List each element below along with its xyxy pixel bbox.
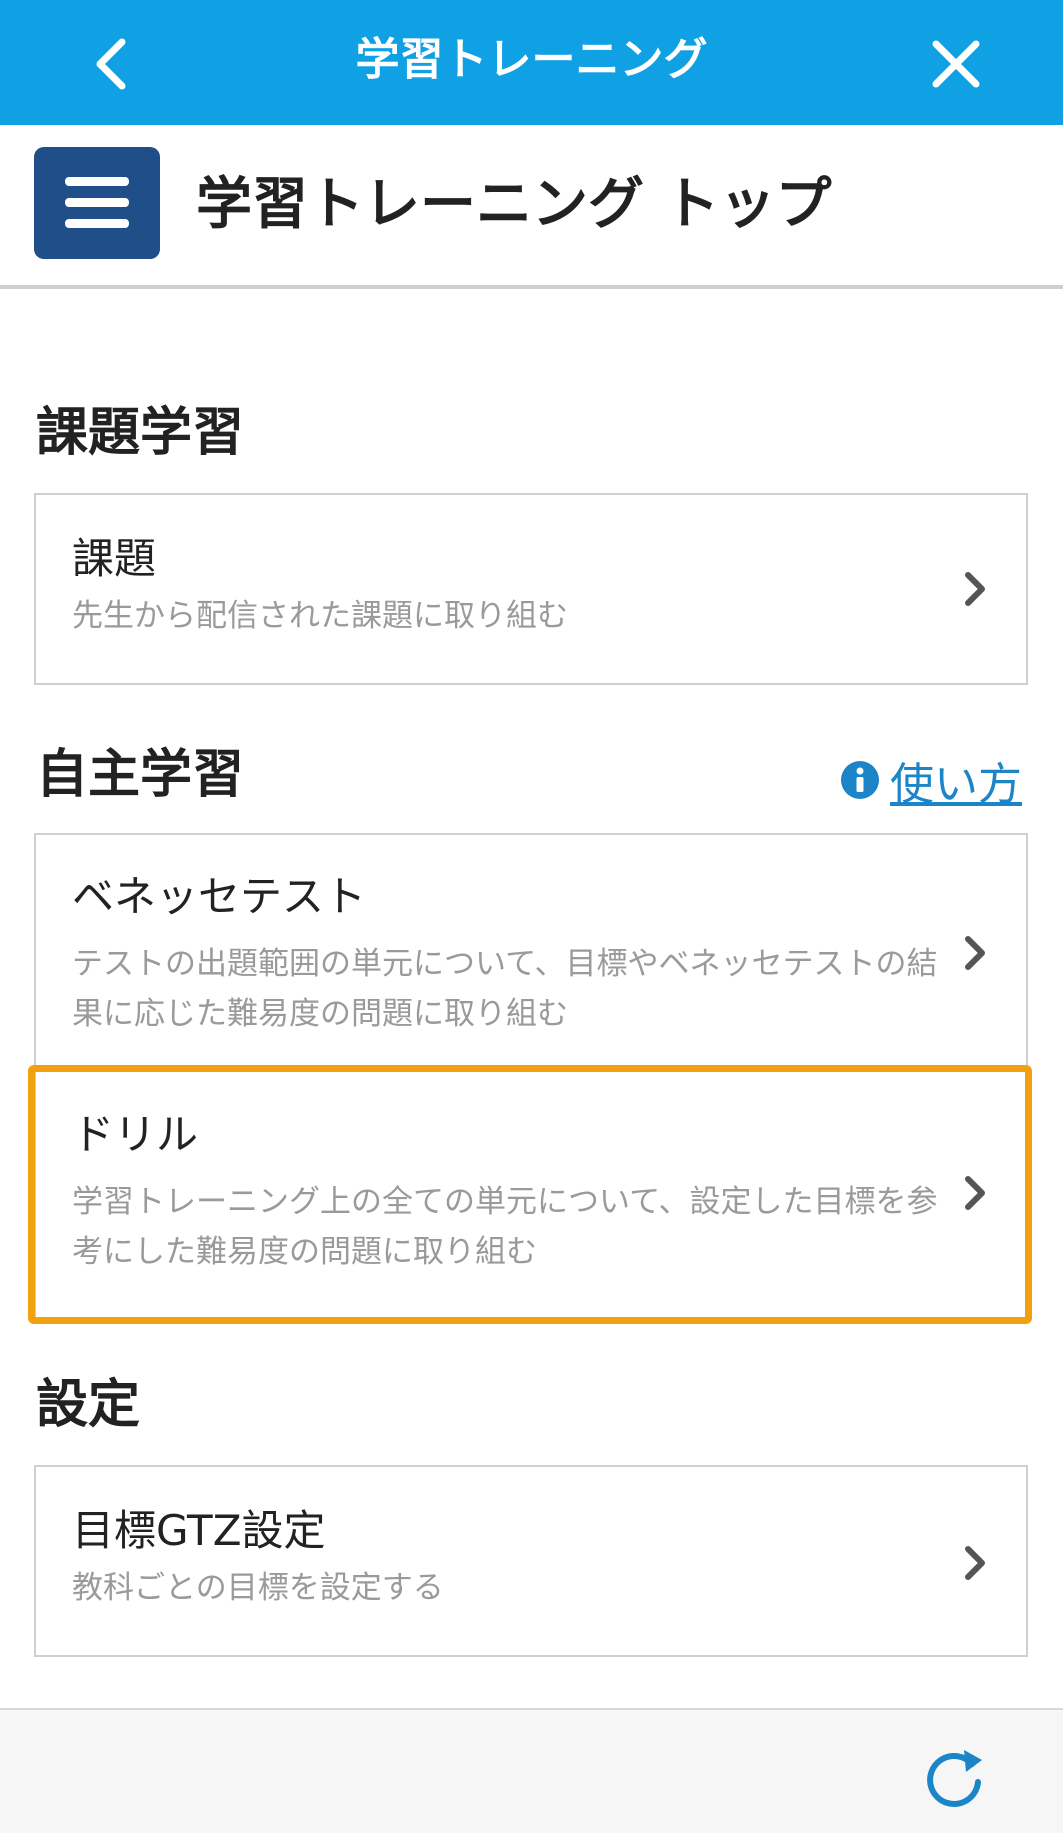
top-navigation-bar: 学習トレーニング — [0, 0, 1063, 125]
section-title-self-study: 自主学習 — [36, 745, 245, 805]
card-drill[interactable]: ドリル 学習トレーニング上の全ての単元について、設定した目標を参考にした難易度の… — [34, 1071, 1028, 1321]
card-description: 学習トレーニング上の全ての単元について、設定した目標を参考にした難易度の問題に取… — [72, 1184, 938, 1270]
header-title: 学習トレーニング — [355, 34, 708, 85]
section-title-settings: 設定 — [36, 1375, 141, 1435]
card-goal-gtz-settings[interactable]: 目標GTZ設定 教科ごとの目標を設定する — [34, 1465, 1028, 1657]
hamburger-menu-icon — [65, 177, 129, 228]
card-title: 目標GTZ設定 — [72, 1506, 326, 1555]
info-icon — [841, 761, 879, 799]
card-title: 課題 — [72, 534, 157, 583]
card-description: 先生から配信された課題に取り組む — [72, 598, 568, 634]
card-description: テストの出題範囲の単元について、目標やベネッセテストの結果に応じた難易度の問題に… — [72, 946, 938, 1032]
close-icon — [932, 40, 980, 88]
page-header: 学習トレーニング トップ — [0, 125, 1063, 289]
how-to-use-label: 使い方 — [890, 759, 1022, 810]
refresh-button[interactable] — [920, 1742, 990, 1812]
chevron-right-icon — [965, 1176, 985, 1210]
card-title: ベネッセテスト — [72, 872, 367, 921]
card-assignment[interactable]: 課題 先生から配信された課題に取り組む — [34, 493, 1028, 685]
card-benesse-test[interactable]: ベネッセテスト テストの出題範囲の単元について、目標やベネッセテストの結果に応じ… — [34, 833, 1028, 1073]
menu-button[interactable] — [34, 147, 160, 259]
refresh-icon — [927, 1750, 982, 1807]
chevron-right-icon — [965, 1546, 985, 1580]
section-title-assignment: 課題学習 — [36, 403, 245, 463]
how-to-use-link[interactable]: 使い方 — [840, 750, 1022, 810]
card-description: 教科ごとの目標を設定する — [72, 1570, 444, 1606]
page-title: 学習トレーニング トップ — [196, 172, 832, 237]
chevron-right-icon — [965, 936, 985, 970]
card-title: ドリル — [72, 1110, 199, 1159]
close-button[interactable] — [924, 32, 988, 96]
footer-bar — [0, 1708, 1063, 1833]
chevron-right-icon — [965, 572, 985, 606]
